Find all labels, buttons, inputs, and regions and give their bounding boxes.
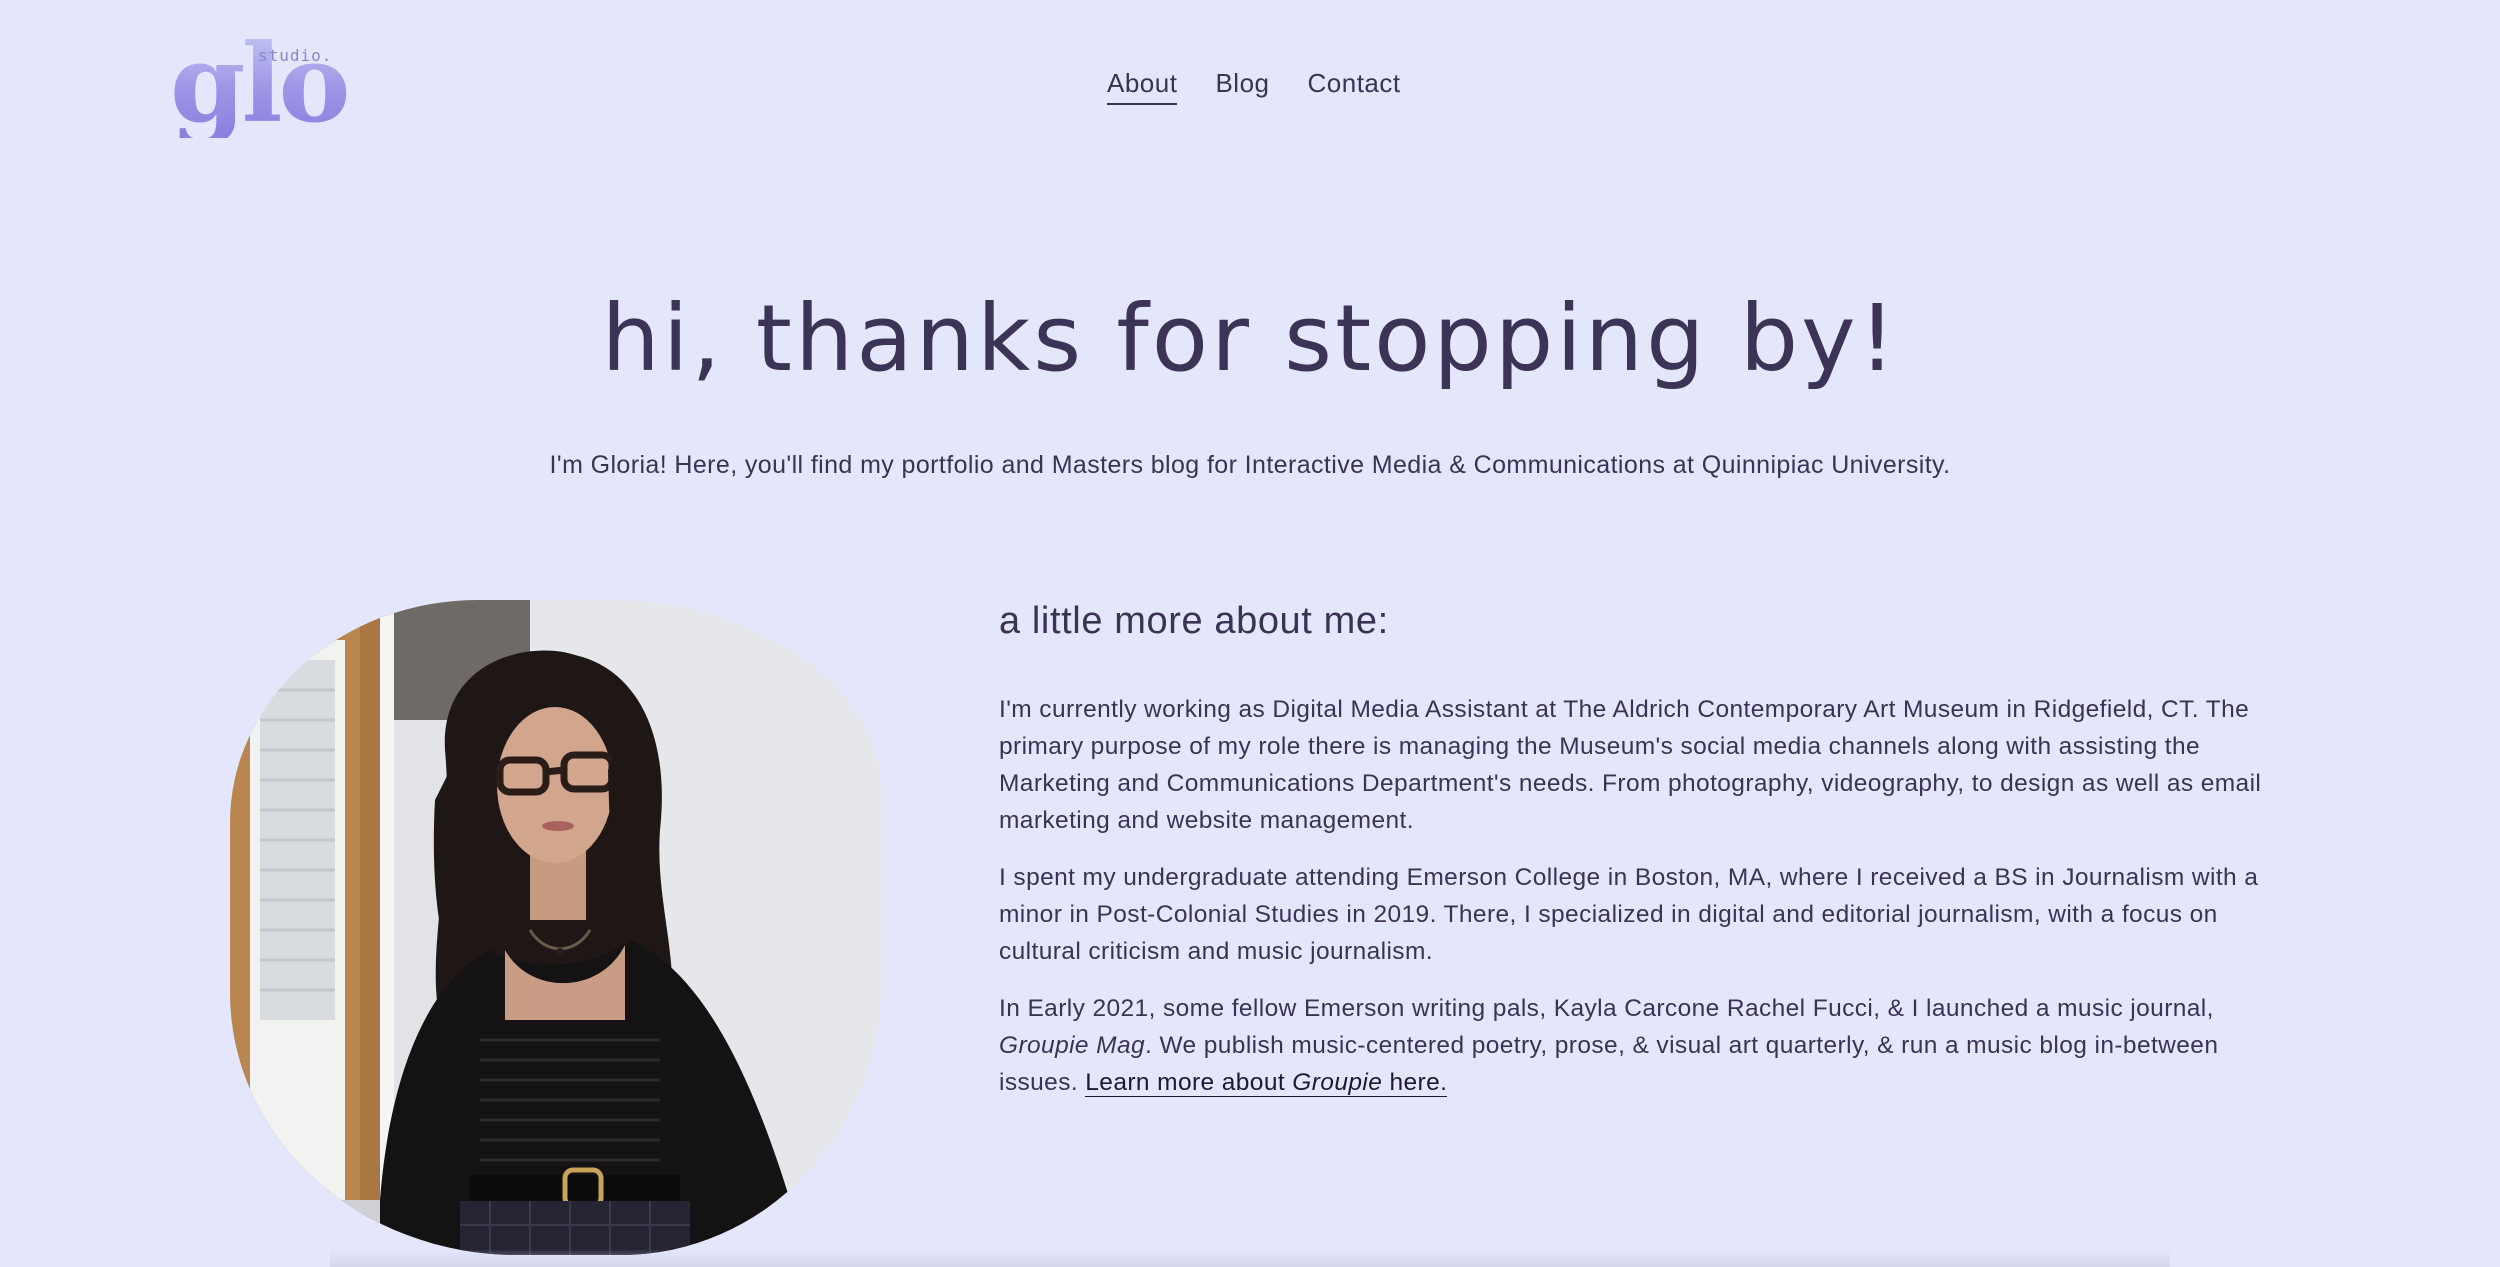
site-logo[interactable]: glo studio.: [170, 30, 351, 148]
about-heading: a little more about me:: [999, 600, 1389, 642]
main-nav: About Blog Contact: [1107, 68, 1401, 105]
intro-text: I'm Gloria! Here, you'll find my portfol…: [549, 451, 1951, 479]
learn-more-groupie-link[interactable]: Learn more about Groupie here.: [1085, 1069, 1448, 1097]
logo-suffix: studio.: [258, 46, 333, 65]
groupie-mag-name: Groupie Mag: [999, 1032, 1146, 1059]
learn-link-after: here.: [1382, 1069, 1448, 1096]
nav-blog-link[interactable]: Blog: [1215, 68, 1269, 105]
nav-about-link[interactable]: About: [1107, 68, 1178, 105]
learn-link-italic: Groupie: [1292, 1069, 1383, 1096]
about-paragraph-work: I'm currently working as Digital Media A…: [999, 696, 2262, 834]
groupie-text-before: In Early 2021, some fellow Emerson writi…: [999, 995, 2214, 1022]
about-paragraph-groupie: In Early 2021, some fellow Emerson writi…: [999, 990, 2299, 1101]
page-title: hi, thanks for stopping by!: [601, 285, 1899, 392]
page-bottom-shadow: [330, 1249, 2170, 1267]
about-section: a little more about me: I'm currently wo…: [999, 600, 2299, 1121]
about-paragraph-education: I spent my undergraduate attending Emers…: [999, 864, 2259, 965]
nav-contact-link[interactable]: Contact: [1308, 68, 1401, 105]
learn-link-before: Learn more about: [1085, 1069, 1293, 1096]
portrait-photo: [230, 600, 882, 1255]
